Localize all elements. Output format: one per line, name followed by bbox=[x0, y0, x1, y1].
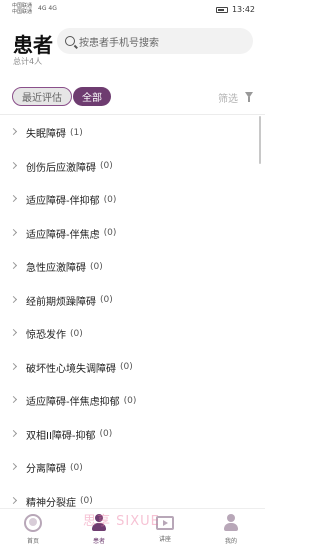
item-count: (0) bbox=[80, 496, 93, 507]
item-name: 经前期烦躁障碍 bbox=[26, 296, 96, 308]
filter-icon[interactable] bbox=[245, 92, 253, 102]
chevron-right-icon bbox=[9, 194, 18, 203]
page-title: 患者 bbox=[13, 33, 53, 57]
chevron-right-icon bbox=[9, 261, 18, 270]
signal-icon: 4G 4G bbox=[38, 5, 57, 12]
item-name: 适应障碍-伴抑郁 bbox=[26, 196, 100, 208]
nav-mine[interactable]: 我的 bbox=[206, 512, 256, 550]
chevron-right-icon bbox=[9, 496, 18, 504]
chevron-right-icon bbox=[9, 295, 18, 303]
status-bar: 中国联通 中国联通 4G 4G 13:42 bbox=[0, 0, 265, 22]
item-name: 破坏性心境失调障碍 bbox=[26, 363, 116, 375]
item-count: (0) bbox=[120, 362, 133, 373]
item-name: 失眠障碍 bbox=[26, 129, 66, 141]
category-list: 失眠障碍 (1) 创伤后应激障碍 (0) 适应障碍-伴抑郁 (0) 适应障碍-伴焦虑(… bbox=[0, 116, 265, 518]
chevron-right-icon bbox=[9, 328, 18, 337]
search-input[interactable]: 按患者手机号搜索 bbox=[57, 28, 253, 54]
tab-all[interactable]: 全部 bbox=[73, 87, 111, 106]
item-name: 惊恐发作 bbox=[26, 330, 66, 342]
nav-home-label: 首页 bbox=[26, 538, 39, 545]
header: 患者 总计4人 按患者手机号搜索 bbox=[0, 26, 265, 70]
item-count: (0) bbox=[99, 429, 113, 440]
list-item[interactable]: 经前期烦躁障碍 (0) bbox=[0, 284, 265, 318]
item-name: 适应障碍-伴焦虑抑郁 bbox=[26, 397, 120, 409]
filter-button[interactable]: 筛选 bbox=[218, 90, 238, 105]
list-item[interactable]: 分离障碍 (0) bbox=[0, 451, 265, 485]
chevron-right-icon bbox=[9, 127, 18, 136]
nav-lecture-label: 讲座 bbox=[158, 536, 171, 543]
list-item[interactable]: 适应障碍-伴焦虑抑郁 (0) bbox=[0, 384, 265, 418]
item-name: 精神分裂症 bbox=[26, 497, 76, 509]
item-name: 适应障碍-伴焦虑 bbox=[26, 229, 100, 241]
nav-home[interactable]: 首页 bbox=[8, 512, 58, 550]
carrier-2: 中国联通 bbox=[12, 9, 33, 15]
item-count: (0) bbox=[103, 194, 117, 205]
chevron-right-icon bbox=[9, 429, 18, 437]
chevron-right-icon bbox=[9, 228, 18, 236]
tab-recent-assessment[interactable]: 最近评估 bbox=[12, 87, 72, 106]
list-item[interactable]: 适应障碍-伴焦虑 (0) bbox=[0, 217, 265, 251]
item-name: 分离障碍 bbox=[26, 464, 66, 476]
battery-icon bbox=[215, 6, 228, 13]
divider bbox=[0, 114, 265, 115]
item-count: (0) bbox=[123, 395, 137, 406]
item-count: (0) bbox=[103, 228, 117, 239]
item-count: (0) bbox=[70, 462, 83, 473]
list-item[interactable]: 双相II障碍-抑郁 (0) bbox=[0, 418, 265, 452]
item-count: (0) bbox=[70, 328, 83, 339]
item-name: 创伤后应激障碍 bbox=[26, 162, 96, 174]
chevron-right-icon bbox=[9, 462, 18, 471]
list-item[interactable]: 失眠障碍 (1) bbox=[0, 116, 265, 150]
item-count: (0) bbox=[90, 261, 103, 272]
chevron-right-icon bbox=[9, 161, 18, 169]
item-count: (0) bbox=[100, 161, 113, 172]
home-icon bbox=[24, 514, 42, 532]
item-count: (0) bbox=[100, 295, 113, 306]
item-name: 双相II障碍-抑郁 bbox=[26, 430, 96, 442]
status-right: 13:42 bbox=[215, 5, 255, 14]
chevron-right-icon bbox=[9, 362, 18, 370]
scrollbar[interactable] bbox=[259, 116, 261, 164]
nav-mine-label: 我的 bbox=[224, 538, 237, 545]
item-name: 急性应激障碍 bbox=[26, 263, 86, 275]
list-item[interactable]: 创伤后应激障碍 (0) bbox=[0, 150, 265, 184]
filter-row: 最近评估 全部 筛选 bbox=[0, 86, 265, 108]
item-count: (1) bbox=[70, 127, 83, 138]
nav-patients-label: 患者 bbox=[92, 538, 105, 545]
chevron-right-icon bbox=[9, 395, 18, 404]
list-item[interactable]: 急性应激障碍 (0) bbox=[0, 250, 265, 284]
watermark: 思享 SIXUE bbox=[83, 514, 160, 529]
clock: 13:42 bbox=[231, 5, 255, 14]
list-item[interactable]: 惊恐发作 (0) bbox=[0, 317, 265, 351]
user-icon bbox=[222, 514, 240, 532]
search-placeholder: 按患者手机号搜索 bbox=[79, 37, 159, 49]
list-item[interactable]: 适应障碍-伴抑郁 (0) bbox=[0, 183, 265, 217]
patient-total: 总计4人 bbox=[13, 57, 43, 66]
list-item[interactable]: 破坏性心境失调障碍 (0) bbox=[0, 351, 265, 385]
carrier-info: 中国联通 中国联通 bbox=[12, 3, 32, 15]
search-icon bbox=[65, 36, 75, 46]
